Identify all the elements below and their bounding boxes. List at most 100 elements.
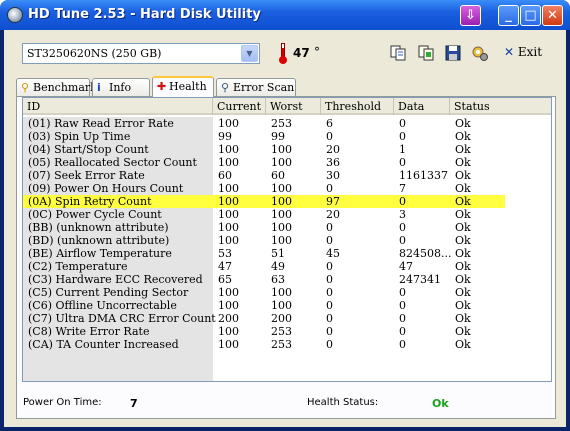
- table-cell: Ok: [455, 156, 471, 169]
- table-cell: 0: [399, 286, 406, 299]
- table-row[interactable]: (C5) Current Pending Sector 100 100 0 0 Ok: [23, 286, 551, 299]
- table-cell: 824508...: [399, 247, 452, 260]
- table-cell: 1: [399, 143, 406, 156]
- table-cell: 200: [271, 312, 292, 325]
- table-cell: 60: [271, 169, 285, 182]
- close-button[interactable]: ✕: [542, 5, 563, 26]
- download-icon: ⇩: [465, 8, 476, 23]
- table-row[interactable]: (BD) (unknown attribute) 100 100 0 0 Ok: [23, 234, 551, 247]
- download-button[interactable]: ⇩: [460, 5, 481, 26]
- table-row[interactable]: (C6) Offline Uncorrectable 100 100 0 0 Ok: [23, 299, 551, 312]
- column-header[interactable]: ID: [23, 98, 213, 115]
- table-row[interactable]: (C7) Ultra DMA CRC Error Count 200 200 0 0 Ok: [23, 312, 551, 325]
- drive-select[interactable]: ST3250620NS (250 GB) ▼: [22, 43, 260, 64]
- table-row[interactable]: (04) Start/Stop Count 100 100 20 1 Ok: [23, 143, 551, 156]
- table-cell: 100: [218, 286, 239, 299]
- table-cell: 100: [218, 117, 239, 130]
- maximize-button[interactable]: □: [520, 5, 541, 26]
- column-header[interactable]: Worst: [266, 98, 321, 115]
- copy-icon[interactable]: [389, 44, 407, 62]
- table-cell: 0: [326, 325, 333, 338]
- health-panel: ID Current Worst Threshold Data Status (…: [16, 96, 556, 419]
- table-header: ID Current Worst Threshold Data Status: [23, 98, 551, 115]
- table-cell: Ok: [455, 247, 471, 260]
- table-row[interactable]: (03) Spin Up Time 99 99 0 0 Ok: [23, 130, 551, 143]
- table-cell: Ok: [455, 299, 471, 312]
- client-area: ST3250620NS (250 GB) ▼ 47 ° ✕ Exit ⚲ Ben…: [4, 30, 566, 427]
- tab-error-scan[interactable]: ⚲ Error Scan: [216, 78, 296, 96]
- tab-benchmark[interactable]: ⚲ Benchmark: [16, 78, 97, 96]
- save-icon[interactable]: [444, 44, 462, 62]
- table-cell: 20: [326, 208, 340, 221]
- table-cell: 47: [218, 260, 232, 273]
- table-cell: 0: [399, 325, 406, 338]
- table-cell: 99: [218, 130, 232, 143]
- table-cell: 0: [399, 299, 406, 312]
- tab-label: Health: [169, 80, 207, 93]
- table-cell: (BB) (unknown attribute): [28, 221, 169, 234]
- table-cell: 0: [326, 312, 333, 325]
- column-header[interactable]: Data: [394, 98, 450, 115]
- table-row[interactable]: (01) Raw Read Error Rate 100 253 6 0 Ok: [23, 117, 551, 130]
- table-row[interactable]: (BB) (unknown attribute) 100 100 0 0 Ok: [23, 221, 551, 234]
- table-cell: 99: [271, 130, 285, 143]
- table-row[interactable]: (C8) Write Error Rate 100 253 0 0 Ok: [23, 325, 551, 338]
- table-row[interactable]: (CA) TA Counter Increased 100 253 0 0 Ok: [23, 338, 551, 351]
- table-cell: 100: [271, 143, 292, 156]
- table-cell: (C7) Ultra DMA CRC Error Count: [28, 312, 216, 325]
- table-cell: (07) Seek Error Rate: [28, 169, 145, 182]
- table-row[interactable]: (09) Power On Hours Count 100 100 0 7 Ok: [23, 182, 551, 195]
- table-row[interactable]: (BE) Airflow Temperature 53 51 45 824508... O…: [23, 247, 551, 260]
- table-cell: 30: [326, 169, 340, 182]
- column-header[interactable]: Threshold: [321, 98, 394, 115]
- table-cell: 0: [326, 338, 333, 351]
- tab-label: Info: [109, 81, 132, 94]
- table-cell: 0: [399, 195, 406, 208]
- minimize-button[interactable]: _: [498, 5, 519, 26]
- table-cell: 7: [399, 182, 406, 195]
- table-row[interactable]: (C3) Hardware ECC Recovered 65 63 0 247341 Ok: [23, 273, 551, 286]
- table-cell: 36: [326, 156, 340, 169]
- table-cell: 100: [218, 299, 239, 312]
- table-row[interactable]: (0A) Spin Retry Count 100 100 97 0 Ok: [23, 195, 551, 208]
- table-row[interactable]: (0C) Power Cycle Count 100 100 20 3 Ok: [23, 208, 551, 221]
- table-row[interactable]: (05) Reallocated Sector Count 100 100 36 0 Ok: [23, 156, 551, 169]
- table-cell: 51: [271, 247, 285, 260]
- table-cell: 100: [271, 286, 292, 299]
- table-cell: 60: [218, 169, 232, 182]
- app-window: HD Tune 2.53 - Hard Disk Utility ⇩ _ □ ✕…: [0, 0, 570, 431]
- table-row[interactable]: (C2) Temperature 47 49 0 47 Ok: [23, 260, 551, 273]
- column-header[interactable]: Status: [450, 98, 551, 115]
- close-icon: ✕: [547, 8, 558, 23]
- table-cell: 0: [399, 130, 406, 143]
- window-title: HD Tune 2.53 - Hard Disk Utility: [28, 7, 261, 22]
- table-row[interactable]: (07) Seek Error Rate 60 60 30 1161337 Ok: [23, 169, 551, 182]
- smart-table[interactable]: ID Current Worst Threshold Data Status (…: [22, 97, 552, 382]
- table-cell: 3: [399, 208, 406, 221]
- copy-all-icon[interactable]: [417, 44, 435, 62]
- table-cell: Ok: [455, 117, 471, 130]
- table-cell: 100: [271, 156, 292, 169]
- table-cell: 100: [218, 143, 239, 156]
- title-bar[interactable]: HD Tune 2.53 - Hard Disk Utility ⇩ _ □ ✕: [0, 0, 570, 30]
- exit-button[interactable]: ✕ Exit: [504, 45, 542, 59]
- tab-info[interactable]: i Info: [92, 78, 150, 96]
- table-cell: Ok: [455, 273, 471, 286]
- exit-icon: ✕: [504, 45, 515, 59]
- table-cell: (CA) TA Counter Increased: [28, 338, 179, 351]
- error-scan-icon: ⚲: [221, 81, 230, 94]
- temperature-unit: °: [314, 45, 320, 59]
- table-cell: Ok: [455, 143, 471, 156]
- table-cell: 0: [399, 312, 406, 325]
- health-status-value: Ok: [432, 397, 449, 410]
- table-cell: (01) Raw Read Error Rate: [28, 117, 174, 130]
- tab-health[interactable]: ✚ Health: [152, 76, 214, 97]
- power-on-value: 7: [130, 397, 138, 410]
- chevron-down-icon[interactable]: ▼: [241, 45, 258, 62]
- table-cell: Ok: [455, 312, 471, 325]
- table-cell: (BD) (unknown attribute): [28, 234, 170, 247]
- column-header[interactable]: Current: [213, 98, 266, 115]
- table-cell: 100: [271, 234, 292, 247]
- options-icon[interactable]: [471, 44, 489, 62]
- table-cell: Ok: [455, 195, 471, 208]
